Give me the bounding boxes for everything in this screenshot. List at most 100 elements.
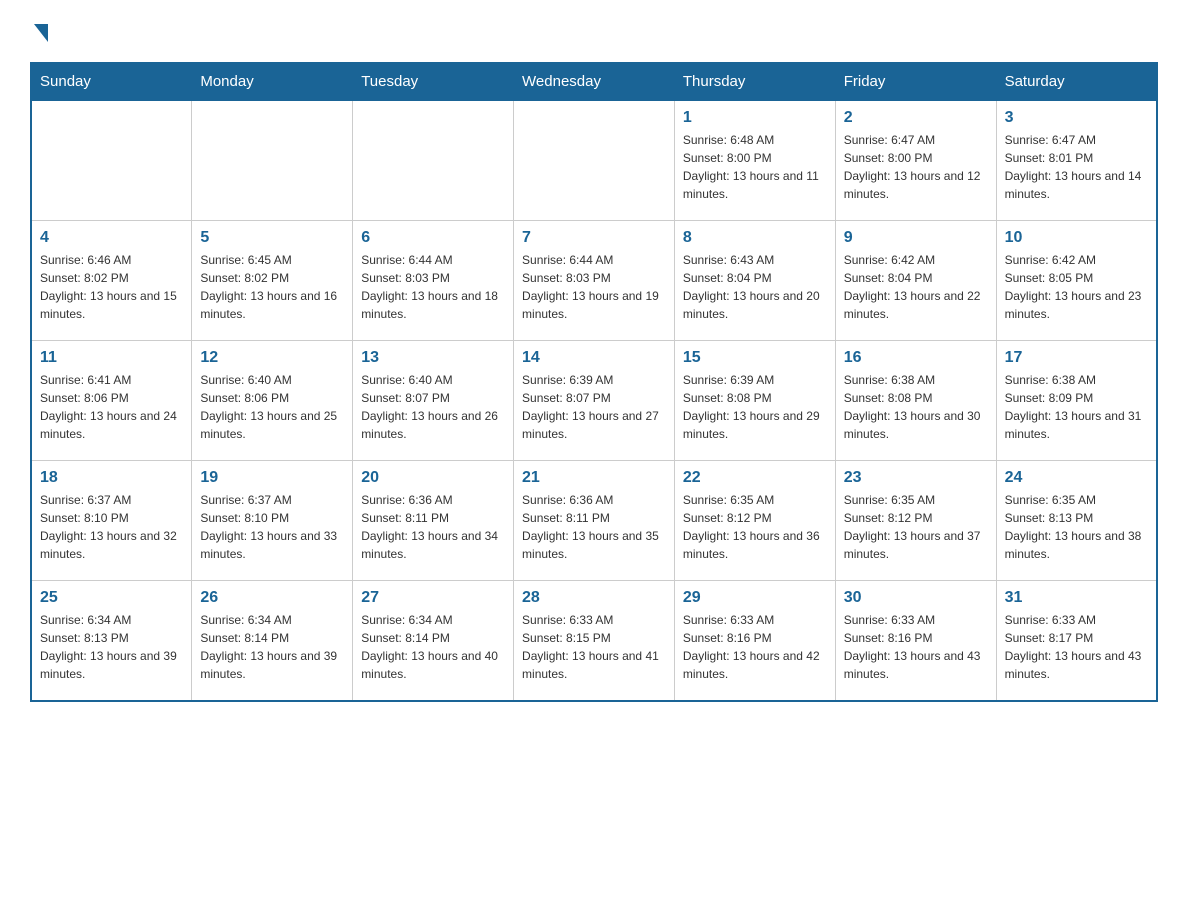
day-info: Sunrise: 6:35 AM Sunset: 8:12 PM Dayligh… (683, 491, 827, 563)
day-number: 26 (200, 589, 344, 607)
calendar-week-row: 1 Sunrise: 6:48 AM Sunset: 8:00 PM Daylig… (31, 101, 1157, 221)
day-info: Sunrise: 6:47 AM Sunset: 8:00 PM Dayligh… (844, 131, 988, 203)
day-number: 31 (1005, 589, 1148, 607)
day-info: Sunrise: 6:41 AM Sunset: 8:06 PM Dayligh… (40, 371, 183, 443)
day-number: 4 (40, 229, 183, 247)
calendar-cell: 21 Sunrise: 6:36 AM Sunset: 8:11 PM Dayli… (514, 461, 675, 581)
calendar-cell: 1 Sunrise: 6:48 AM Sunset: 8:00 PM Daylig… (674, 101, 835, 221)
day-info: Sunrise: 6:43 AM Sunset: 8:04 PM Dayligh… (683, 251, 827, 323)
day-info: Sunrise: 6:42 AM Sunset: 8:04 PM Dayligh… (844, 251, 988, 323)
calendar-cell: 16 Sunrise: 6:38 AM Sunset: 8:08 PM Dayli… (835, 341, 996, 461)
calendar-cell: 28 Sunrise: 6:33 AM Sunset: 8:15 PM Dayli… (514, 581, 675, 701)
calendar-cell: 20Sunrise: 6:36 AM Sunset: 8:11 PM Dayli… (353, 461, 514, 581)
day-number: 1 (683, 109, 827, 127)
day-number: 6 (361, 229, 505, 247)
day-number: 28 (522, 589, 666, 607)
calendar-week-row: 25Sunrise: 6:34 AM Sunset: 8:13 PM Dayli… (31, 581, 1157, 701)
day-number: 22 (683, 469, 827, 487)
day-info: Sunrise: 6:35 AM Sunset: 8:12 PM Dayligh… (844, 491, 988, 563)
calendar-cell (514, 101, 675, 221)
day-info: Sunrise: 6:40 AM Sunset: 8:06 PM Dayligh… (200, 371, 344, 443)
calendar-cell: 18 Sunrise: 6:37 AM Sunset: 8:10 PM Dayli… (31, 461, 192, 581)
day-number: 7 (522, 229, 666, 247)
header-tuesday: Tuesday (353, 63, 514, 101)
header-thursday: Thursday (674, 63, 835, 101)
day-info: Sunrise: 6:38 AM Sunset: 8:09 PM Dayligh… (1005, 371, 1148, 443)
calendar-cell: 2Sunrise: 6:47 AM Sunset: 8:00 PM Daylig… (835, 101, 996, 221)
day-info: Sunrise: 6:48 AM Sunset: 8:00 PM Dayligh… (683, 131, 827, 203)
calendar-cell: 12 Sunrise: 6:40 AM Sunset: 8:06 PM Dayli… (192, 341, 353, 461)
calendar-cell (353, 101, 514, 221)
day-info: Sunrise: 6:44 AM Sunset: 8:03 PM Dayligh… (522, 251, 666, 323)
day-info: Sunrise: 6:39 AM Sunset: 8:08 PM Dayligh… (683, 371, 827, 443)
day-info: Sunrise: 6:33 AM Sunset: 8:15 PM Dayligh… (522, 611, 666, 683)
day-info: Sunrise: 6:34 AM Sunset: 8:14 PM Dayligh… (361, 611, 505, 683)
day-number: 14 (522, 349, 666, 367)
day-info: Sunrise: 6:44 AM Sunset: 8:03 PM Dayligh… (361, 251, 505, 323)
calendar-cell: 31Sunrise: 6:33 AM Sunset: 8:17 PM Dayli… (996, 581, 1157, 701)
calendar-cell: 8 Sunrise: 6:43 AM Sunset: 8:04 PM Daylig… (674, 221, 835, 341)
day-number: 10 (1005, 229, 1148, 247)
day-number: 16 (844, 349, 988, 367)
day-info: Sunrise: 6:35 AM Sunset: 8:13 PM Dayligh… (1005, 491, 1148, 563)
day-info: Sunrise: 6:33 AM Sunset: 8:16 PM Dayligh… (844, 611, 988, 683)
day-number: 21 (522, 469, 666, 487)
day-number: 24 (1005, 469, 1148, 487)
calendar-cell: 27 Sunrise: 6:34 AM Sunset: 8:14 PM Dayli… (353, 581, 514, 701)
calendar-cell (192, 101, 353, 221)
calendar-cell: 17Sunrise: 6:38 AM Sunset: 8:09 PM Dayli… (996, 341, 1157, 461)
day-number: 27 (361, 589, 505, 607)
calendar-cell (31, 101, 192, 221)
calendar-cell: 19 Sunrise: 6:37 AM Sunset: 8:10 PM Dayli… (192, 461, 353, 581)
header-sunday: Sunday (31, 63, 192, 101)
calendar-cell: 4 Sunrise: 6:46 AM Sunset: 8:02 PM Daylig… (31, 221, 192, 341)
day-number: 29 (683, 589, 827, 607)
day-number: 30 (844, 589, 988, 607)
calendar-week-row: 11 Sunrise: 6:41 AM Sunset: 8:06 PM Dayli… (31, 341, 1157, 461)
calendar-cell: 9 Sunrise: 6:42 AM Sunset: 8:04 PM Daylig… (835, 221, 996, 341)
header-wednesday: Wednesday (514, 63, 675, 101)
calendar-cell: 29Sunrise: 6:33 AM Sunset: 8:16 PM Dayli… (674, 581, 835, 701)
calendar-cell: 25Sunrise: 6:34 AM Sunset: 8:13 PM Dayli… (31, 581, 192, 701)
day-number: 19 (200, 469, 344, 487)
calendar-cell: 22 Sunrise: 6:35 AM Sunset: 8:12 PM Dayli… (674, 461, 835, 581)
calendar-cell: 11 Sunrise: 6:41 AM Sunset: 8:06 PM Dayli… (31, 341, 192, 461)
day-info: Sunrise: 6:45 AM Sunset: 8:02 PM Dayligh… (200, 251, 344, 323)
calendar-cell: 14Sunrise: 6:39 AM Sunset: 8:07 PM Dayli… (514, 341, 675, 461)
day-number: 25 (40, 589, 183, 607)
day-number: 8 (683, 229, 827, 247)
calendar-cell: 15Sunrise: 6:39 AM Sunset: 8:08 PM Dayli… (674, 341, 835, 461)
day-info: Sunrise: 6:42 AM Sunset: 8:05 PM Dayligh… (1005, 251, 1148, 323)
calendar-cell: 26Sunrise: 6:34 AM Sunset: 8:14 PM Dayli… (192, 581, 353, 701)
calendar-cell: 30 Sunrise: 6:33 AM Sunset: 8:16 PM Dayli… (835, 581, 996, 701)
day-number: 23 (844, 469, 988, 487)
calendar-cell: 13 Sunrise: 6:40 AM Sunset: 8:07 PM Dayli… (353, 341, 514, 461)
day-number: 11 (40, 349, 183, 367)
day-number: 9 (844, 229, 988, 247)
day-number: 12 (200, 349, 344, 367)
day-info: Sunrise: 6:36 AM Sunset: 8:11 PM Dayligh… (522, 491, 666, 563)
calendar-cell: 3Sunrise: 6:47 AM Sunset: 8:01 PM Daylig… (996, 101, 1157, 221)
calendar-cell: 7 Sunrise: 6:44 AM Sunset: 8:03 PM Daylig… (514, 221, 675, 341)
day-info: Sunrise: 6:37 AM Sunset: 8:10 PM Dayligh… (40, 491, 183, 563)
page-header (30, 20, 1158, 42)
calendar-week-row: 18 Sunrise: 6:37 AM Sunset: 8:10 PM Dayli… (31, 461, 1157, 581)
day-info: Sunrise: 6:37 AM Sunset: 8:10 PM Dayligh… (200, 491, 344, 563)
day-number: 20 (361, 469, 505, 487)
calendar-week-row: 4 Sunrise: 6:46 AM Sunset: 8:02 PM Daylig… (31, 221, 1157, 341)
calendar-cell: 6 Sunrise: 6:44 AM Sunset: 8:03 PM Daylig… (353, 221, 514, 341)
header-monday: Monday (192, 63, 353, 101)
day-number: 13 (361, 349, 505, 367)
day-info: Sunrise: 6:47 AM Sunset: 8:01 PM Dayligh… (1005, 131, 1148, 203)
day-info: Sunrise: 6:40 AM Sunset: 8:07 PM Dayligh… (361, 371, 505, 443)
day-info: Sunrise: 6:46 AM Sunset: 8:02 PM Dayligh… (40, 251, 183, 323)
calendar-cell: 23 Sunrise: 6:35 AM Sunset: 8:12 PM Dayli… (835, 461, 996, 581)
calendar-cell: 5 Sunrise: 6:45 AM Sunset: 8:02 PM Daylig… (192, 221, 353, 341)
day-number: 18 (40, 469, 183, 487)
calendar-cell: 24 Sunrise: 6:35 AM Sunset: 8:13 PM Dayli… (996, 461, 1157, 581)
calendar-header-row: SundayMondayTuesdayWednesdayThursdayFrid… (31, 63, 1157, 101)
day-info: Sunrise: 6:38 AM Sunset: 8:08 PM Dayligh… (844, 371, 988, 443)
logo (30, 20, 48, 42)
day-number: 5 (200, 229, 344, 247)
header-friday: Friday (835, 63, 996, 101)
